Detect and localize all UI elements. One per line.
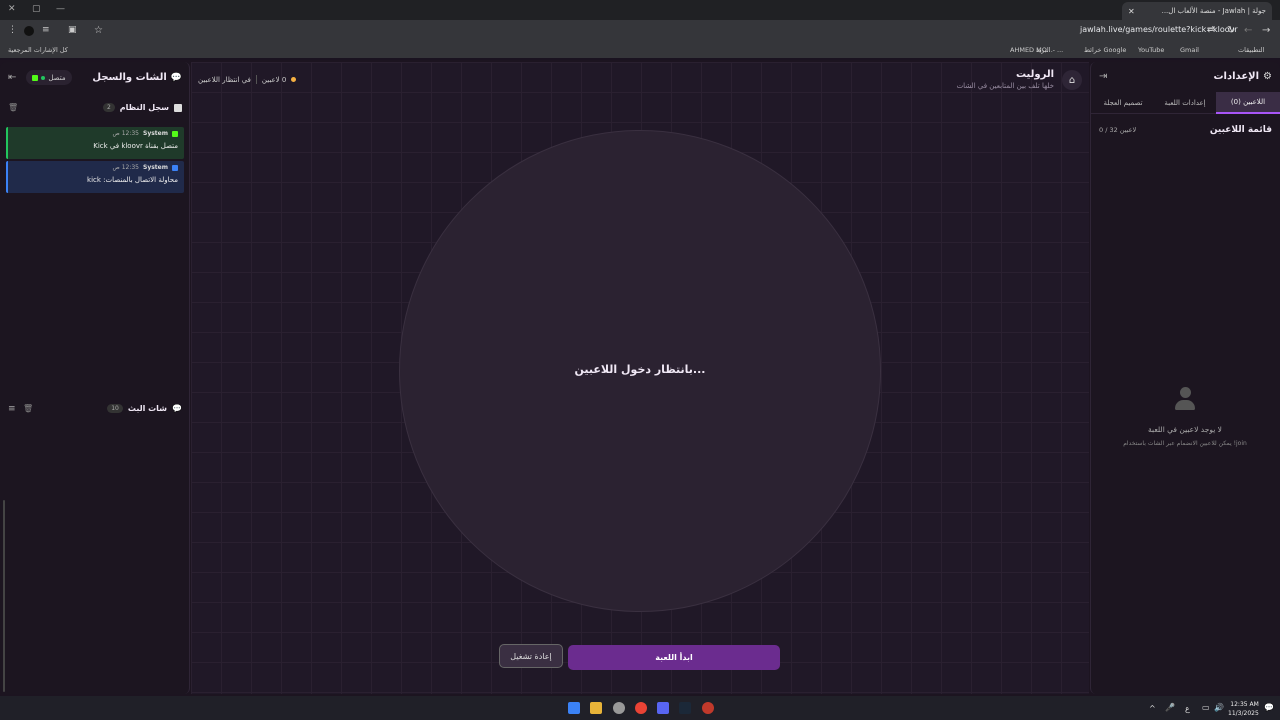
notification-icon[interactable]: 💬 [1264,703,1274,712]
back-icon[interactable]: → [1262,25,1270,36]
status-label: متصل [48,73,66,82]
user-placeholder-icon [1174,387,1196,413]
settings-app-icon[interactable] [613,702,625,714]
tab-players[interactable]: اللاعبين (0) [1216,92,1280,114]
settings-panel [1090,62,1280,694]
close-window-icon[interactable]: ✕ [8,4,16,14]
log-time: 12:35 ص [112,130,139,137]
player-count: 0 لاعبين [261,75,287,84]
log-user: System [143,164,168,171]
left-panel-header: 💬 الشات والسجل [92,72,182,83]
status-indicator-dot [291,77,297,82]
game-header: الروليت خلها تلف بين المتابعين في الشات [957,69,1054,90]
collapse-left-icon[interactable]: ⇤ [8,72,16,83]
wheel-waiting-text: بانتظار دخول اللاعبين... [574,363,706,376]
clear-log-icon[interactable]: 🗑 [8,103,18,112]
live-chat-title: شات البث [127,404,168,413]
left-panel-title: الشات والسجل [92,72,167,83]
game-status: 0 لاعبين في انتظار اللاعبين [198,75,297,84]
gear-icon: ⚙ [1263,71,1272,82]
terminal-icon [174,103,182,112]
log-user: System [143,130,168,137]
bookmark-gmail[interactable]: Gmail [1180,46,1199,54]
file-explorer-icon[interactable] [590,702,602,714]
collapse-right-icon[interactable]: ⇥ [1099,71,1107,82]
app-icon[interactable] [702,702,714,714]
chat-bubble-icon: 💬 [172,404,182,413]
media-icon[interactable]: ≡ [42,25,50,35]
empty-players-title: لا يوجد لاعبين في اللعبة [1148,425,1222,434]
system-log-item: System 12:35 ص متصل بقناة kloovr في Kick [6,127,184,159]
connection-status-badge: متصل [26,70,72,85]
player-list-count: 0 / 32 لاعبين [1099,126,1137,134]
volume-icon[interactable]: 🔊 [1214,703,1224,712]
url-input[interactable]: jawlah.live/games/roulette?kick=kloovr [1080,25,1238,34]
status-separator [255,75,257,84]
bookmark-star-icon[interactable]: ☆ [94,25,103,36]
live-chat-count: 10 [107,404,123,413]
settings-header: ⚙ الإعدادات [1214,71,1273,82]
restart-button[interactable]: إعادة تشغيل [499,644,563,668]
bookmarks-bar: التطبيقات Gmail YouTube خرائط Google الب… [0,42,1280,58]
chrome-icon[interactable] [635,702,647,714]
system-log-title: سجل النظام [119,103,169,112]
live-chat-header: 💬 شات البث 10 [107,404,182,413]
log-header: System 12:35 ص [14,130,178,137]
forward-icon[interactable]: ← [1244,25,1252,36]
status-dot [41,75,46,80]
browser-menu-icon[interactable]: ⋮ [8,25,17,35]
log-time: 12:35 ص [112,164,139,171]
bookmark-maps[interactable]: خرائط Google [1084,46,1126,54]
tab-game-settings[interactable]: إعدادات اللعبة [1154,92,1216,114]
start-icon[interactable] [568,702,580,714]
log-text: محاولة الاتصال بالمنصات: kick [87,176,178,184]
browser-tab-bar [0,0,1280,20]
bookmark-youtube[interactable]: YouTube [1138,46,1164,54]
tab-wheel-design[interactable]: تصميم العجلة [1092,92,1154,114]
start-game-button[interactable]: ابدأ اللعبة [568,645,780,670]
profile-avatar[interactable] [24,26,34,36]
restore-window-icon[interactable]: ▢ [32,4,41,14]
clock-date: 11/3/2025 [1228,710,1259,717]
steam-icon[interactable] [679,702,691,714]
chat-scrollbar[interactable] [3,500,5,692]
empty-players-desc: يمكن للاعبين الانضمام عبر الشات باستخدام… [1123,440,1247,447]
extensions-icon[interactable]: ▣ [68,25,77,35]
chat-icon: 💬 [170,72,182,83]
system-log-count: 2 [102,103,115,112]
kick-icon [32,74,39,81]
tray-chevron-icon[interactable]: ^ [1149,704,1156,713]
system-log-header: سجل النظام 2 [102,103,182,112]
home-icon[interactable]: ⌂ [1062,70,1082,90]
mic-icon[interactable]: 🎤 [1165,703,1175,712]
tab-close-icon[interactable]: ✕ [1128,7,1135,16]
clock[interactable]: 12:35 AM 11/3/2025 [1228,700,1259,718]
bookmark-apps[interactable]: التطبيقات [1238,46,1264,54]
clock-time: 12:35 AM [1230,701,1259,708]
kick-icon [172,130,178,137]
bookmark-ahmed[interactable]: AHMED MO... [1010,46,1053,54]
minimize-window-icon[interactable]: — [56,4,65,14]
log-text: متصل بقناة kloovr في Kick [93,142,178,150]
filter-icon[interactable]: ≡ [8,404,16,414]
bookmark-all[interactable]: كل الإشارات المرجعية [8,46,68,54]
kick-icon [172,164,178,171]
settings-title: الإعدادات [1213,71,1260,82]
input-language[interactable]: ع [1185,704,1190,713]
tab-title: جولة | Jawlah - منصة الألعاب ال... [1161,7,1266,15]
discord-icon[interactable] [657,702,669,714]
clear-chat-icon[interactable]: 🗑 [23,404,33,413]
waiting-status: في انتظار اللاعبين [198,75,251,84]
browser-tab[interactable]: جولة | Jawlah - منصة الألعاب ال... ✕ [1122,2,1272,20]
player-list-title: قائمة اللاعبين [1209,125,1272,135]
network-icon[interactable]: ▭ [1202,703,1210,712]
system-log-item: System 12:35 ص محاولة الاتصال بالمنصات: ki… [6,161,184,193]
log-header: System 12:35 ص [14,164,178,171]
game-subtitle: خلها تلف بين المتابعين في الشات [956,82,1054,90]
game-title: الروليت [1015,69,1054,80]
